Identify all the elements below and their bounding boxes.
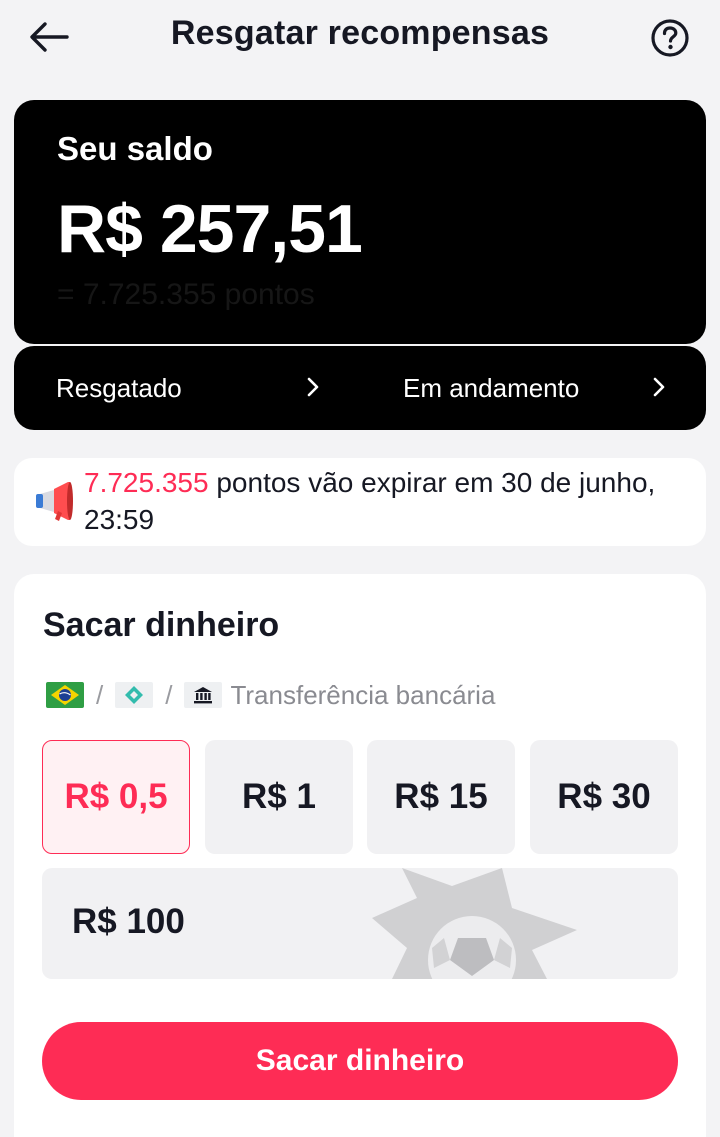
balance-points: = 7.725.355 pontos [57,278,315,311]
page-title: Resgatar recompensas [170,14,550,52]
method-separator: / [165,679,173,710]
amount-100-label: R$ 100 [72,902,185,941]
amount-option-0-5[interactable]: R$ 0,5 [42,740,190,854]
payment-methods: / / Transferência bancária [46,678,495,712]
redeemed-label: Resgatado [56,372,182,403]
pix-icon [115,682,154,708]
balance-card: Seu saldo R$ 257,51 = 7.725.355 pontos [14,100,706,344]
amount-option-100[interactable]: R$ 100 [42,868,678,979]
bank-icon [184,682,223,708]
amount-option-1[interactable]: R$ 1 [205,740,353,854]
history-links-bar: Resgatado Em andamento [14,346,706,430]
balance-label: Seu saldo [57,130,213,167]
withdraw-button[interactable]: Sacar dinheiro [42,1022,678,1100]
megaphone-icon [36,482,73,521]
expiry-notice-text: 7.725.355 pontos vão expirar em 30 de ju… [84,464,684,538]
in-progress-label: Em andamento [403,372,580,403]
withdraw-card: Sacar dinheiro / / Transferência bancári… [14,574,706,1137]
soccer-ball-icon [372,868,577,979]
in-progress-link[interactable]: Em andamento [403,346,673,430]
pix-brazil-icon [46,682,84,708]
expiring-points: 7.725.355 [84,467,209,498]
chevron-right-icon [653,377,665,397]
method-separator: / [96,679,104,710]
help-button[interactable] [650,18,690,58]
amount-option-15[interactable]: R$ 15 [367,740,515,854]
question-circle-icon [651,19,689,57]
chevron-right-icon [307,377,319,397]
bank-transfer-label: Transferência bancária [230,679,496,710]
expiry-notice: 7.725.355 pontos vão expirar em 30 de ju… [14,458,706,546]
amount-option-30[interactable]: R$ 30 [530,740,678,854]
top-bar: Resgatar recompensas [0,0,720,74]
withdraw-title: Sacar dinheiro [43,606,280,644]
balance-amount: R$ 257,51 [57,191,363,267]
redeemed-link[interactable]: Resgatado [56,346,326,430]
